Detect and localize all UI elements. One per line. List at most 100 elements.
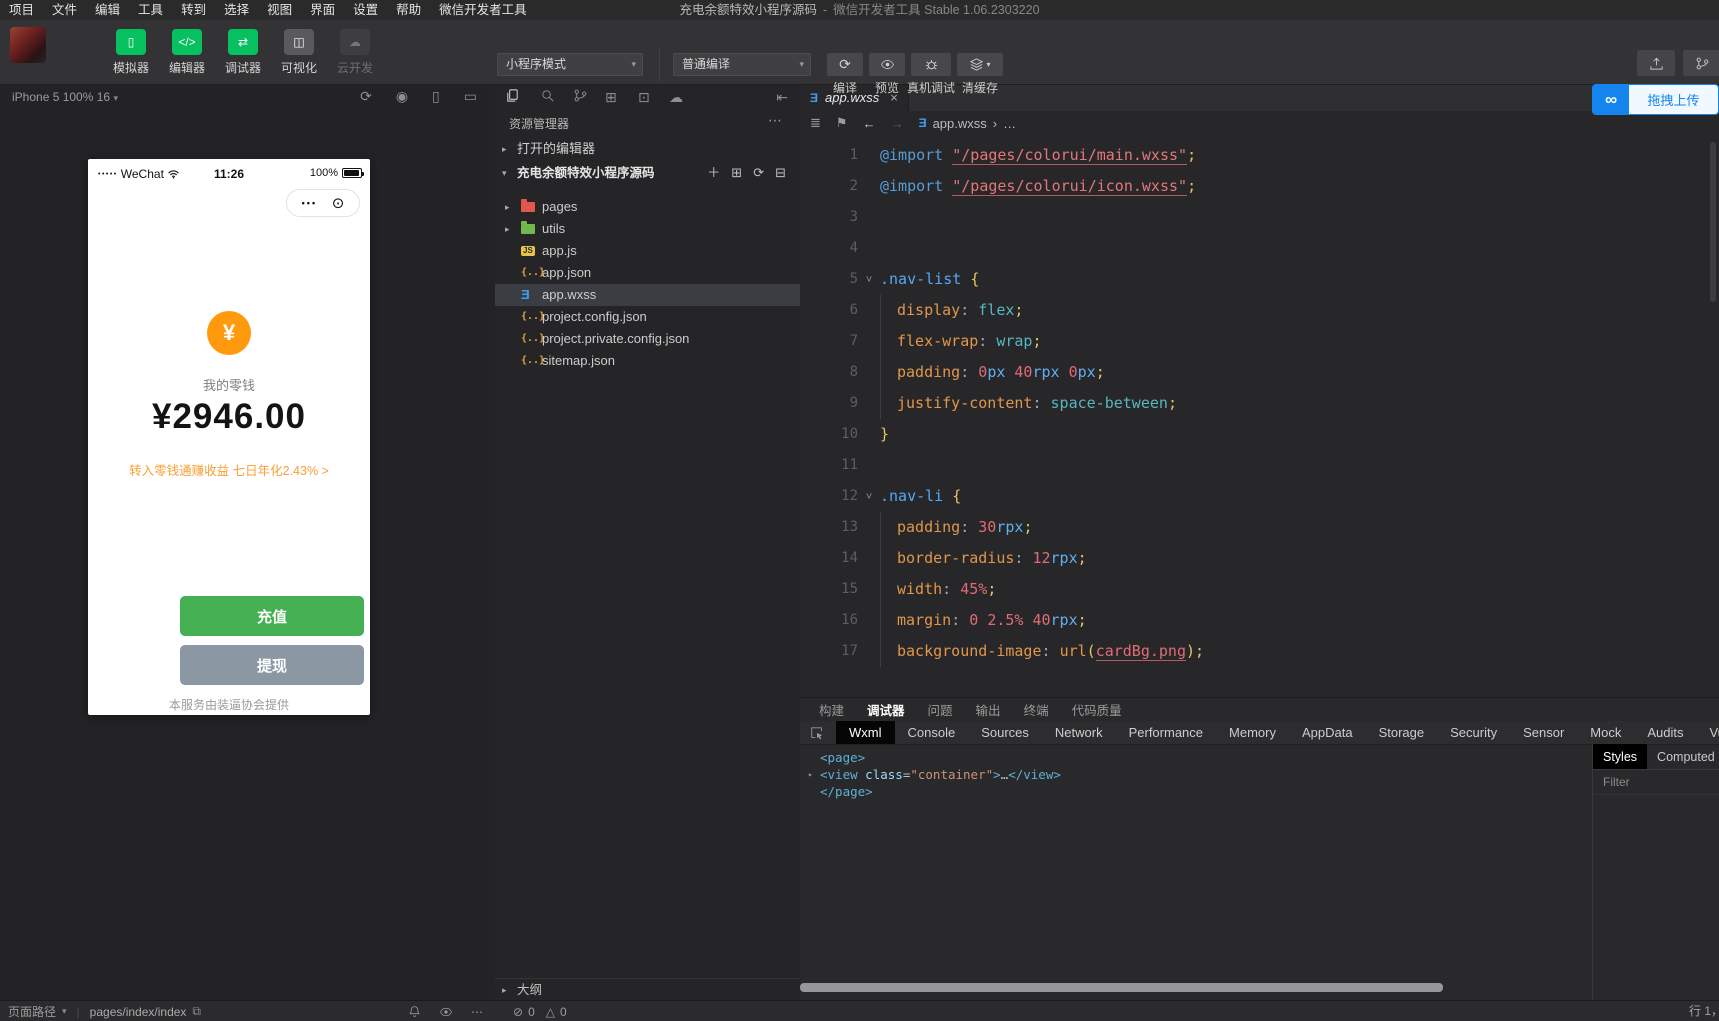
panel-tab-调试器[interactable]: 调试器 bbox=[867, 700, 905, 719]
devtools-tab-performance[interactable]: Performance bbox=[1116, 721, 1216, 744]
outline-toggle-icon[interactable] bbox=[810, 115, 821, 131]
open-editors-section[interactable]: 打开的编辑器 bbox=[495, 138, 800, 160]
simulator-toggle[interactable]: ▯ 模拟器 bbox=[108, 29, 154, 76]
more-dots-icon[interactable]: ••• bbox=[302, 198, 317, 208]
menu-item[interactable]: 工具 bbox=[129, 0, 172, 20]
devtools-tab-mock[interactable]: Mock bbox=[1577, 721, 1634, 744]
miniprogram-capsule[interactable]: ••• bbox=[286, 189, 360, 217]
code-area[interactable]: 1 @import "/pages/colorui/main.wxss"; 2 @im… bbox=[800, 140, 1719, 667]
wxml-node[interactable]: </page> bbox=[806, 783, 1592, 800]
devtools-tab-sensor[interactable]: Sensor bbox=[1510, 721, 1577, 744]
compile-dropdown[interactable]: 普通编译 bbox=[673, 53, 811, 76]
devtools-tab-console[interactable]: Console bbox=[895, 721, 969, 744]
problem-counts[interactable]: 0 0 bbox=[513, 1001, 567, 1021]
menu-item[interactable]: 转到 bbox=[172, 0, 215, 20]
avatar[interactable] bbox=[10, 27, 46, 63]
panel-tab-问题[interactable]: 问题 bbox=[928, 700, 953, 719]
file-row-project.config.json[interactable]: {..} project.config.json bbox=[495, 306, 800, 328]
monitor-icon[interactable] bbox=[464, 88, 477, 105]
more-actions-icon[interactable] bbox=[768, 112, 782, 129]
new-folder-icon[interactable] bbox=[731, 162, 742, 184]
menu-item[interactable]: 项目 bbox=[0, 0, 43, 20]
wxml-tree[interactable]: <page><view class="container">…</view></… bbox=[800, 744, 1592, 1001]
menu-item[interactable]: 微信开发者工具 bbox=[430, 0, 536, 20]
wxml-node[interactable]: <page> bbox=[806, 749, 1592, 766]
styles-tab-computed[interactable]: Computed bbox=[1647, 744, 1719, 769]
source-control-icon[interactable] bbox=[573, 88, 588, 103]
fold-icon[interactable]: ˅ bbox=[858, 264, 880, 295]
widget-icon[interactable] bbox=[638, 89, 650, 105]
panel-tab-构建[interactable]: 构建 bbox=[819, 700, 844, 719]
rotate-icon[interactable] bbox=[360, 88, 372, 105]
search-icon[interactable] bbox=[540, 88, 555, 103]
plugins-icon[interactable] bbox=[605, 89, 617, 105]
menu-item[interactable]: 编辑 bbox=[86, 0, 129, 20]
file-row-project.private.config.json[interactable]: {..} project.private.config.json bbox=[495, 328, 800, 350]
collapse-sidebar-icon[interactable] bbox=[776, 89, 788, 105]
compile-button[interactable]: ⟳ bbox=[827, 53, 863, 76]
devtools-tab-security[interactable]: Security bbox=[1437, 721, 1510, 744]
file-row-app.wxss[interactable]: Ǝapp.wxss bbox=[495, 284, 800, 306]
breadcrumb[interactable]: Ǝ app.wxss … bbox=[919, 116, 1017, 131]
debugger-toggle[interactable]: ⇄ 调试器 bbox=[220, 29, 266, 76]
panel-tab-终端[interactable]: 终端 bbox=[1024, 700, 1049, 719]
menu-item[interactable]: 设置 bbox=[344, 0, 387, 20]
new-file-icon[interactable] bbox=[707, 162, 720, 184]
more-icon[interactable] bbox=[471, 1005, 483, 1019]
devtools-tab-storage[interactable]: Storage bbox=[1366, 721, 1438, 744]
mode-dropdown[interactable]: 小程序模式 bbox=[497, 53, 643, 76]
wxml-node[interactable]: <view class="container">…</view> bbox=[806, 766, 1592, 783]
remote-debug-button[interactable] bbox=[911, 53, 951, 76]
recharge-button[interactable]: 充值 bbox=[180, 596, 364, 636]
styles-tab-styles[interactable]: Styles bbox=[1593, 744, 1648, 769]
devtools-tab-network[interactable]: Network bbox=[1042, 721, 1116, 744]
cloud-icon[interactable] bbox=[669, 89, 683, 105]
expand-icon[interactable] bbox=[808, 766, 813, 783]
phone-icon[interactable] bbox=[432, 88, 440, 105]
bookmark-icon[interactable] bbox=[836, 115, 848, 131]
horizontal-scrollbar[interactable] bbox=[800, 983, 1443, 992]
preview-button[interactable] bbox=[869, 53, 905, 76]
copy-icon[interactable] bbox=[192, 1004, 201, 1019]
devtools-tab-appdata[interactable]: AppData bbox=[1289, 721, 1366, 744]
clear-cache-button[interactable] bbox=[957, 53, 1003, 76]
close-target-icon[interactable] bbox=[332, 196, 345, 211]
menu-item[interactable]: 视图 bbox=[258, 0, 301, 20]
editor-toggle[interactable]: </> 编辑器 bbox=[164, 29, 210, 76]
branch-button[interactable] bbox=[1683, 50, 1719, 76]
collapse-all-icon[interactable] bbox=[775, 162, 786, 184]
file-row-app.js[interactable]: JS app.js bbox=[495, 240, 800, 262]
file-row-app.json[interactable]: {..} app.json bbox=[495, 262, 800, 284]
menu-item[interactable]: 界面 bbox=[301, 0, 344, 20]
forward-icon[interactable] bbox=[891, 116, 904, 131]
record-icon[interactable] bbox=[396, 88, 408, 105]
device-selector[interactable]: iPhone 5 100% 16 bbox=[12, 90, 118, 104]
back-icon[interactable] bbox=[863, 116, 876, 131]
devtools-tab-wxml[interactable]: Wxml bbox=[836, 721, 895, 744]
editor-scrollbar[interactable] bbox=[1710, 142, 1716, 302]
fold-icon[interactable]: ˅ bbox=[858, 481, 880, 512]
devtools-tab-vulnerability[interactable]: Vulnerability bbox=[1696, 721, 1719, 744]
inspect-element-icon[interactable] bbox=[800, 726, 832, 740]
withdraw-button[interactable]: 提现 bbox=[180, 645, 364, 685]
menu-item[interactable]: 帮助 bbox=[387, 0, 430, 20]
menu-item[interactable]: 文件 bbox=[43, 0, 86, 20]
devtools-tab-sources[interactable]: Sources bbox=[968, 721, 1042, 744]
notification-icon[interactable] bbox=[408, 1005, 421, 1018]
promo-link[interactable]: 转入零钱通赚收益 七日年化2.43% > bbox=[88, 460, 370, 479]
project-root-section[interactable]: 充电余额特效小程序源码 bbox=[495, 162, 800, 184]
upload-button[interactable] bbox=[1637, 50, 1675, 76]
outline-section[interactable]: 大纲 bbox=[495, 978, 800, 1001]
file-row-sitemap.json[interactable]: {..} sitemap.json bbox=[495, 350, 800, 372]
devtools-tab-audits[interactable]: Audits bbox=[1634, 721, 1696, 744]
devtools-tab-memory[interactable]: Memory bbox=[1216, 721, 1289, 744]
panel-tab-输出[interactable]: 输出 bbox=[976, 700, 1001, 719]
visual-toggle[interactable]: ◫ 可视化 bbox=[276, 29, 322, 76]
cursor-position[interactable]: 行 1，列 1 bbox=[1689, 1001, 1719, 1021]
page-path-label[interactable]: 页面路径 bbox=[8, 1003, 56, 1020]
refresh-icon[interactable] bbox=[753, 162, 764, 184]
panel-tab-代码质量[interactable]: 代码质量 bbox=[1072, 700, 1122, 719]
cloud-toggle[interactable]: ☁ 云开发 bbox=[332, 29, 378, 76]
file-row-pages[interactable]: pages bbox=[495, 196, 800, 218]
explorer-files-icon[interactable] bbox=[505, 88, 520, 103]
